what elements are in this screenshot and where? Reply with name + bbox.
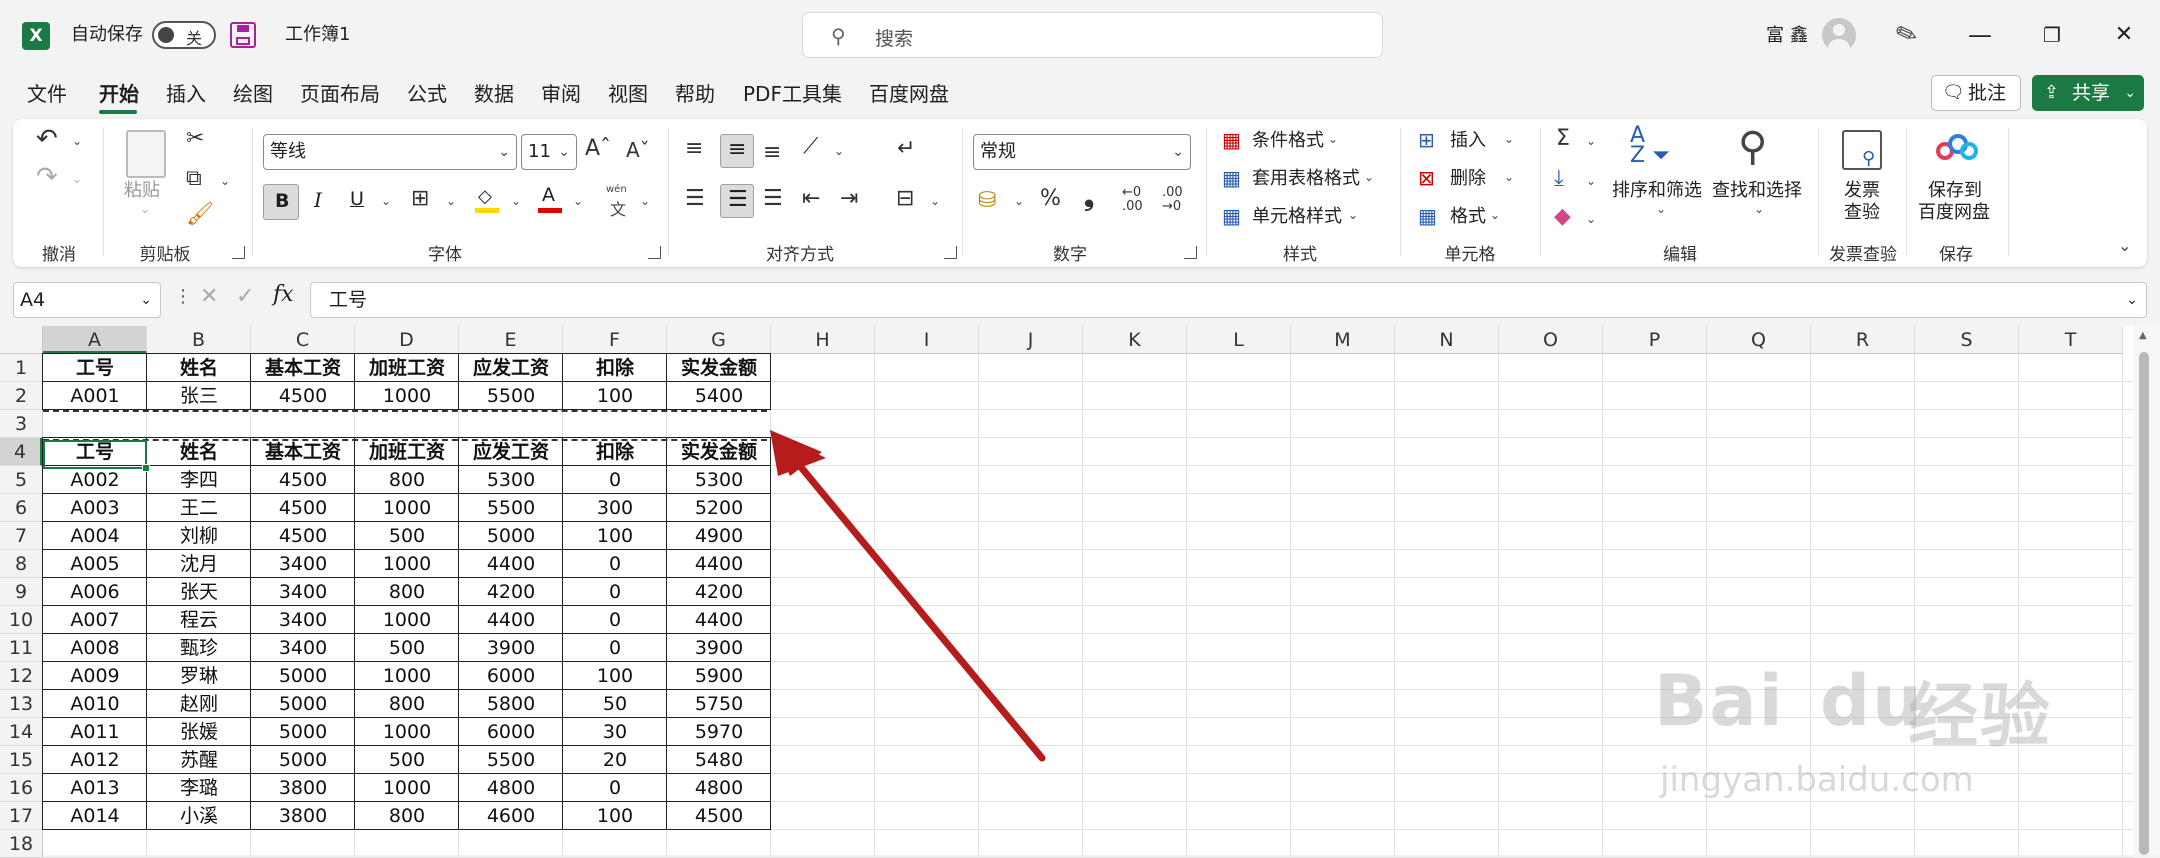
annotation-arrow	[770, 430, 1046, 762]
